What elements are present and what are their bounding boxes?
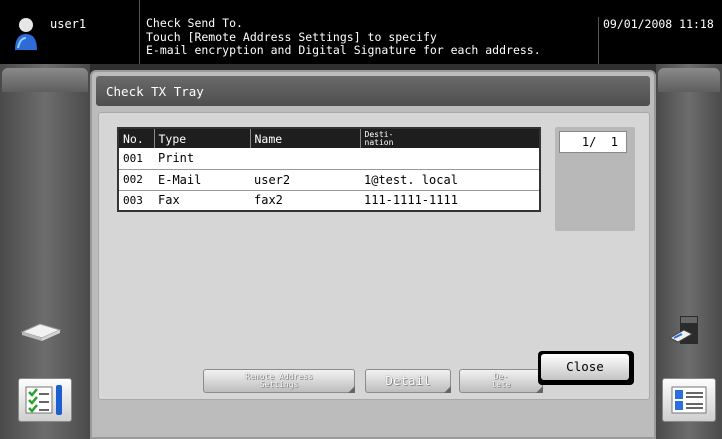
cell-type: Print <box>154 148 250 170</box>
delete-button[interactable]: De- lete <box>459 369 543 393</box>
column-header: Name <box>250 128 361 148</box>
paper-tray-icon <box>20 323 62 341</box>
detail-button[interactable]: Detail <box>365 369 451 393</box>
remote-address-settings-button[interactable]: Remote Address Settings <box>203 369 355 393</box>
date-time: 09/01/2008 11:18 <box>598 17 714 64</box>
right-sidebar <box>656 64 722 439</box>
address-list-button[interactable] <box>662 378 716 422</box>
column-header: No. <box>118 128 155 148</box>
user-icon <box>15 18 37 50</box>
cell-name: user2 <box>250 169 360 191</box>
page-indicator: 1/ 1 <box>559 131 627 153</box>
cell-type: Fax <box>154 190 250 212</box>
table-row[interactable]: 003 Fax fax2 111-1111-1111 <box>118 190 540 212</box>
column-header: Type <box>154 128 251 148</box>
job-list-icon <box>25 385 62 415</box>
job-list-button[interactable] <box>18 378 72 422</box>
instruction-message: Check Send To. Touch [Remote Address Set… <box>146 16 541 57</box>
left-sidebar <box>0 64 90 439</box>
cell-destination: 1@test. local <box>360 169 540 191</box>
table-row[interactable]: 001 Print <box>118 148 540 170</box>
cell-destination <box>360 148 540 170</box>
address-list-icon <box>671 386 707 414</box>
close-button-label: Close <box>541 354 629 380</box>
cell-destination: 111-1111-1111 <box>360 190 540 212</box>
cell-no: 002 <box>118 169 154 191</box>
table-row[interactable]: 002 E-Mail user2 1@test. local <box>118 169 540 191</box>
left-tab <box>2 68 88 92</box>
scanner-icon <box>668 316 698 344</box>
cell-no: 003 <box>118 190 154 212</box>
table-header: No. Type Name Desti- nation <box>118 128 541 148</box>
cell-name <box>250 148 360 170</box>
cell-name: fax2 <box>250 190 360 212</box>
close-button[interactable]: Close <box>538 351 634 385</box>
page-indicator-panel: 1/ 1 <box>555 127 635 231</box>
header-bar: user1 Check Send To. Touch [Remote Addre… <box>0 0 722 64</box>
user-area: user1 <box>0 0 140 64</box>
cell-no: 001 <box>118 148 154 170</box>
right-tab <box>658 68 720 92</box>
job-table: No. Type Name Desti- nation 001 Print 00… <box>117 127 541 212</box>
column-header: Desti- nation <box>360 128 541 148</box>
user-name: user1 <box>50 17 87 31</box>
panel-title: Check TX Tray <box>96 76 650 106</box>
cell-type: E-Mail <box>154 169 250 191</box>
